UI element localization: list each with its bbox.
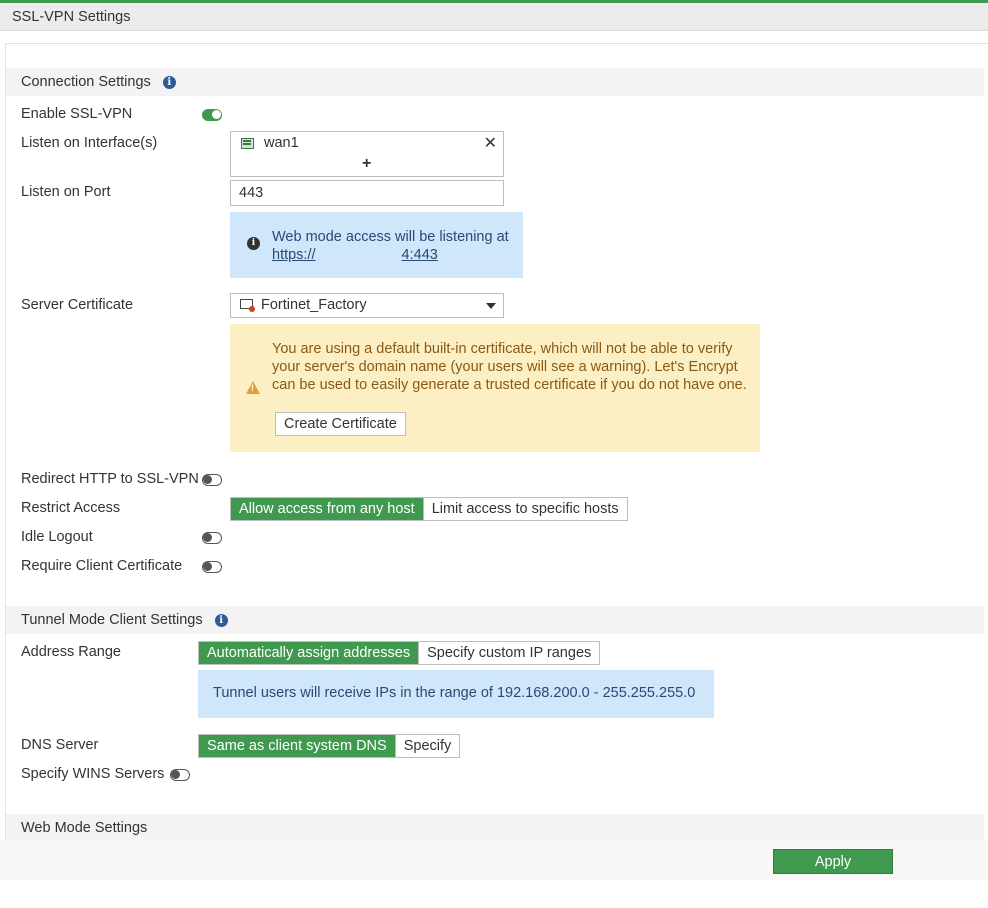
close-icon[interactable]: ✕	[484, 133, 497, 153]
idle-logout-toggle[interactable]	[202, 532, 222, 544]
certificate-icon	[240, 299, 255, 312]
wins-servers-label: Specify WINS Servers	[21, 766, 165, 782]
info-icon[interactable]: i	[214, 614, 228, 627]
enable-ssl-vpn-toggle[interactable]	[202, 109, 222, 121]
warning-icon: !	[246, 381, 260, 394]
apply-button[interactable]: Apply	[773, 849, 893, 874]
limit-specific-hosts-option[interactable]: Limit access to specific hosts	[422, 498, 627, 520]
specify-dns-option[interactable]: Specify	[394, 735, 460, 757]
section-tunnel-mode: Tunnel Mode Client Settings i	[6, 606, 984, 634]
redirect-http-toggle[interactable]	[202, 474, 222, 486]
custom-ip-ranges-option[interactable]: Specify custom IP ranges	[418, 642, 600, 664]
redirect-http-label: Redirect HTTP to SSL-VPN	[21, 471, 199, 487]
listen-port-label: Listen on Port	[21, 184, 111, 200]
enable-ssl-vpn-label: Enable SSL-VPN	[21, 106, 133, 122]
wins-servers-toggle[interactable]	[170, 769, 190, 781]
idle-logout-label: Idle Logout	[21, 529, 93, 545]
server-certificate-value: Fortinet_Factory	[261, 297, 367, 313]
certificate-warning-box: ! You are using a default built-in certi…	[230, 324, 760, 452]
restrict-access-label: Restrict Access	[21, 500, 121, 516]
require-client-certificate-label: Require Client Certificate	[21, 558, 183, 574]
window-title: SSL-VPN Settings	[0, 3, 988, 31]
address-range-selector: Automatically assign addresses Specify c…	[198, 641, 601, 665]
listen-interfaces-label: Listen on Interface(s)	[21, 135, 158, 151]
allow-any-host-option[interactable]: Allow access from any host	[231, 498, 423, 520]
ip-range-info-box: Tunnel users will receive IPs in the ran…	[198, 670, 714, 718]
web-mode-info-text: Web mode access will be listening at	[272, 229, 509, 245]
section-title: Connection Settings	[21, 74, 151, 90]
web-mode-url-link-port[interactable]: 4:443	[402, 247, 438, 263]
section-title: Tunnel Mode Client Settings	[21, 612, 203, 628]
section-connection-settings: Connection Settings i	[6, 68, 984, 96]
certificate-warning-text: You are using a default built-in certifi…	[272, 341, 747, 393]
chevron-down-icon	[486, 303, 496, 309]
require-client-certificate-toggle[interactable]	[202, 561, 222, 573]
listen-interfaces-field[interactable]: wan1 ✕ +	[230, 131, 504, 177]
web-mode-info-box: i Web mode access will be listening at h…	[230, 212, 523, 278]
listen-port-input[interactable]: 443	[230, 180, 504, 206]
interface-entry: wan1	[264, 135, 299, 151]
web-mode-url-link[interactable]: https://	[272, 247, 316, 263]
network-port-icon	[241, 138, 254, 149]
ip-range-info-text: Tunnel users will receive IPs in the ran…	[213, 685, 696, 701]
auto-assign-addresses-option[interactable]: Automatically assign addresses	[199, 642, 419, 664]
dns-server-label: DNS Server	[21, 737, 99, 753]
server-certificate-select[interactable]: Fortinet_Factory	[230, 293, 504, 318]
server-certificate-label: Server Certificate	[21, 297, 134, 313]
info-icon[interactable]: i	[162, 76, 176, 89]
section-title: Web Mode Settings	[21, 820, 148, 836]
section-web-mode: Web Mode Settings	[6, 814, 984, 842]
info-icon: i	[247, 237, 260, 250]
create-certificate-button[interactable]: Create Certificate	[275, 412, 406, 436]
dns-server-selector: Same as client system DNS Specify	[198, 734, 461, 758]
same-as-client-dns-option[interactable]: Same as client system DNS	[199, 735, 395, 757]
add-interface-button[interactable]: +	[362, 155, 371, 173]
restrict-access-selector: Allow access from any host Limit access …	[230, 497, 628, 521]
address-range-label: Address Range	[21, 644, 121, 660]
